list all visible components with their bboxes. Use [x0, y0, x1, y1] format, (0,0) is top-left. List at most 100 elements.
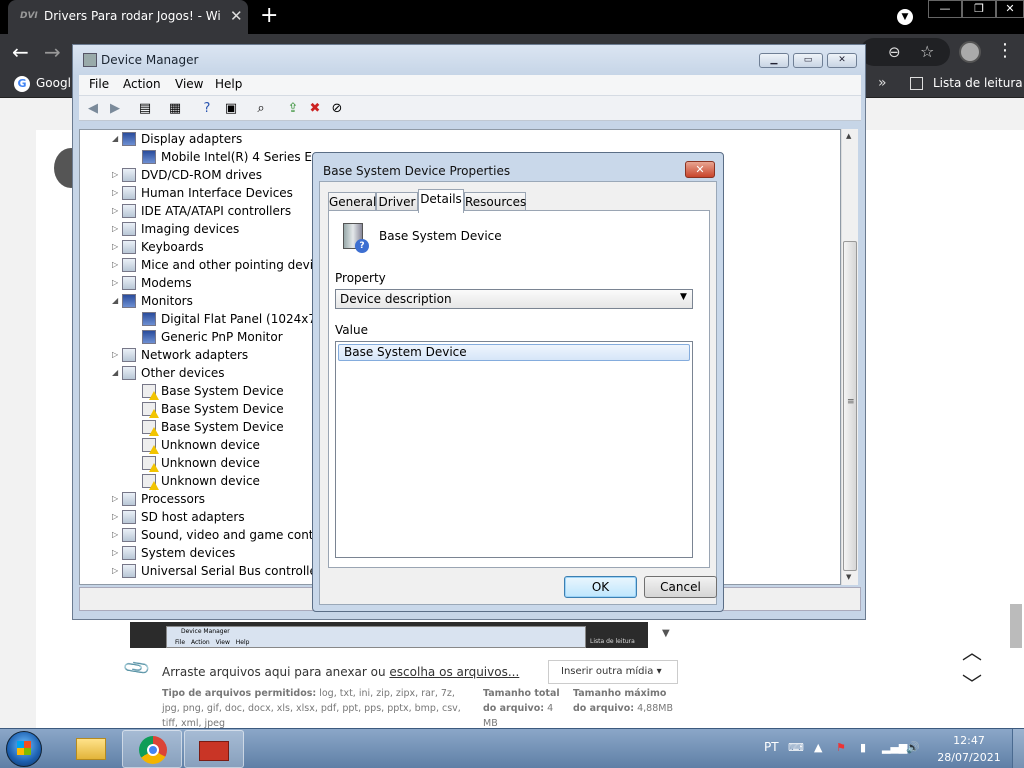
menu-help[interactable]: Help — [215, 77, 242, 91]
tree-label: SD host adapters — [141, 510, 245, 524]
tab-general[interactable]: General — [328, 192, 376, 211]
tab-close-icon[interactable]: ✕ — [230, 7, 243, 25]
scroll-down-icon[interactable]: ▼ — [662, 628, 670, 639]
back-icon[interactable]: ◀ — [85, 101, 101, 117]
expand-arrow-icon[interactable]: ▷ — [112, 544, 122, 562]
scroll-up-chevron-icon[interactable]: ︿ — [962, 636, 982, 665]
expand-arrow-icon[interactable]: ▷ — [112, 256, 122, 274]
menu-action[interactable]: Action — [123, 77, 161, 91]
device-manager-titlebar[interactable]: Device Manager ▁ ▭ ✕ — [73, 45, 865, 75]
device-name: Base System Device — [379, 229, 502, 243]
choose-files-link[interactable]: escolha os arquivos... — [389, 665, 519, 679]
scroll-up-arrow-icon[interactable]: ▲ — [846, 132, 851, 140]
tree-label: Base System Device — [161, 420, 284, 434]
close-window-button[interactable]: ✕ — [996, 0, 1024, 18]
clock-date[interactable]: 28/07/2021 — [934, 751, 1004, 764]
reading-list-button[interactable]: Lista de leitura — [933, 76, 1023, 90]
show-hidden-icons-icon[interactable]: ▲ — [814, 741, 822, 754]
windows-flag-icon — [17, 741, 31, 755]
collapse-arrow-icon[interactable]: ◢ — [112, 130, 122, 148]
volume-icon[interactable]: 🔊 — [906, 741, 920, 754]
network-icon[interactable]: ▂▄▆ — [882, 741, 907, 754]
dialog-close-button[interactable]: ✕ — [685, 161, 715, 178]
omnibox[interactable] — [860, 38, 950, 66]
ok-button[interactable]: OK — [564, 576, 637, 598]
tree-label: Mobile Intel(R) 4 Series Expr — [161, 150, 332, 164]
taskbar-device-manager[interactable] — [184, 730, 244, 768]
dm-close-button[interactable]: ✕ — [827, 53, 857, 68]
show-hide-console-tree-icon[interactable]: ▤ — [137, 101, 153, 117]
collapse-arrow-icon[interactable]: ◢ — [112, 364, 122, 382]
back-arrow-icon[interactable]: ← — [12, 40, 29, 64]
page-scrollbar[interactable] — [1010, 604, 1022, 648]
power-icon[interactable]: ▮ — [860, 741, 866, 754]
value-list-item[interactable]: Base System Device — [338, 344, 690, 361]
bookmark-google[interactable]: Googl — [36, 76, 71, 90]
expand-arrow-icon[interactable]: ▷ — [112, 202, 122, 220]
tree-label: Unknown device — [161, 474, 260, 488]
scan-hardware-icon[interactable]: ⌕ — [253, 101, 269, 117]
expand-arrow-icon[interactable]: ▷ — [112, 220, 122, 238]
expand-arrow-icon[interactable]: ▷ — [112, 508, 122, 526]
dialog-body: General Driver Details Resources ? Base … — [319, 181, 717, 605]
expand-arrow-icon[interactable]: ▷ — [112, 238, 122, 256]
tree-label: Base System Device — [161, 384, 284, 398]
property-select[interactable]: Device description ▼ — [335, 289, 693, 309]
forward-icon[interactable]: ▶ — [107, 101, 123, 117]
bookmarks-more-icon[interactable]: » — [878, 75, 887, 91]
tree-scrollbar[interactable]: ▲ ≡ ▼ — [841, 129, 858, 585]
language-indicator[interactable]: PT — [764, 740, 779, 754]
cancel-button[interactable]: Cancel — [644, 576, 717, 598]
tab-search-icon[interactable]: ▼ — [897, 9, 913, 25]
scroll-down-arrow-icon[interactable]: ▼ — [846, 573, 851, 581]
new-tab-button[interactable]: + — [260, 3, 278, 28]
tree-label: Base System Device — [161, 402, 284, 416]
properties-icon[interactable]: ▦ — [167, 101, 183, 117]
browser-tab[interactable]: DVI Drivers Para rodar Jogos! - Windo ✕ — [8, 0, 248, 34]
scroll-thumb[interactable]: ≡ — [843, 241, 857, 571]
expand-arrow-icon[interactable]: ▷ — [112, 490, 122, 508]
action-pane-icon[interactable]: ▣ — [223, 101, 239, 117]
toolbox-icon — [199, 741, 229, 761]
profile-avatar[interactable] — [959, 41, 981, 63]
clock-time[interactable]: 12:47 — [944, 734, 994, 747]
disable-icon[interactable]: ⊘ — [329, 101, 345, 117]
dm-maximize-button[interactable]: ▭ — [793, 53, 823, 68]
insert-media-button[interactable]: Inserir outra mídia ▾ — [548, 660, 678, 684]
device-icon — [122, 168, 136, 182]
taskbar-chrome[interactable] — [122, 730, 182, 768]
device-icon — [142, 150, 156, 164]
zoom-icon[interactable]: ⊖ — [888, 43, 901, 61]
attach-instructions: Arraste arquivos aqui para anexar ou esc… — [162, 665, 520, 679]
menu-bar: File Action View Help — [79, 75, 861, 95]
expand-arrow-icon[interactable]: ▷ — [112, 166, 122, 184]
embedded-screenshot: Device Manager File Action View Help Lis… — [130, 622, 648, 648]
bookmark-star-icon[interactable]: ☆ — [920, 42, 934, 61]
help-icon[interactable]: ? — [199, 101, 215, 117]
menu-dots-icon[interactable]: ⋮ — [996, 40, 1014, 61]
forward-arrow-icon[interactable]: → — [44, 40, 61, 64]
action-center-flag-icon[interactable]: ⚑ — [836, 741, 846, 754]
expand-arrow-icon[interactable]: ▷ — [112, 346, 122, 364]
tab-details[interactable]: Details — [418, 189, 464, 213]
expand-arrow-icon[interactable]: ▷ — [112, 184, 122, 202]
dm-minimize-button[interactable]: ▁ — [759, 53, 789, 68]
tab-resources[interactable]: Resources — [464, 192, 526, 211]
collapse-arrow-icon[interactable]: ◢ — [112, 292, 122, 310]
minimize-button[interactable]: — — [928, 0, 962, 18]
restore-button[interactable]: ❐ — [962, 0, 996, 18]
show-desktop-button[interactable] — [1012, 729, 1024, 768]
menu-file[interactable]: File — [89, 77, 109, 91]
scroll-down-chevron-icon[interactable]: ﹀ — [962, 668, 982, 697]
expand-arrow-icon[interactable]: ▷ — [112, 274, 122, 292]
menu-view[interactable]: View — [175, 77, 203, 91]
expand-arrow-icon[interactable]: ▷ — [112, 562, 122, 580]
keyboard-icon[interactable]: ⌨ — [788, 741, 804, 754]
uninstall-icon[interactable]: ✖ — [307, 101, 323, 117]
value-list[interactable]: Base System Device — [335, 341, 693, 558]
mini-device-manager: Device Manager File Action View Help — [166, 626, 586, 648]
tab-driver[interactable]: Driver — [376, 192, 418, 211]
expand-arrow-icon[interactable]: ▷ — [112, 526, 122, 544]
taskbar-explorer[interactable] — [62, 730, 122, 768]
update-driver-icon[interactable]: ⇪ — [285, 101, 301, 117]
